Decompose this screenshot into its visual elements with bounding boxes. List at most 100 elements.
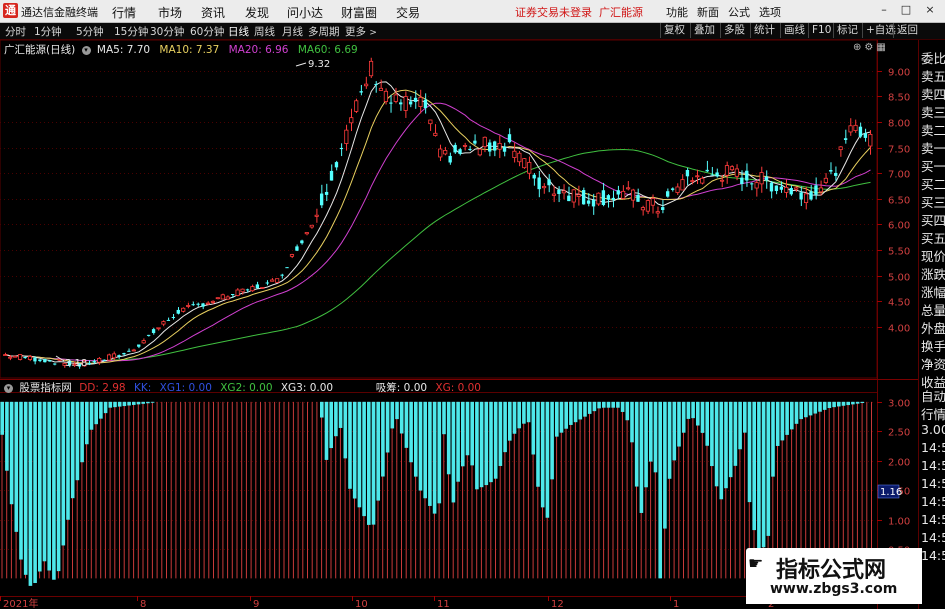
candle-down[interactable] [280,274,284,276]
side-item-ask2[interactable]: 卖二 [921,120,945,139]
candle-up[interactable] [848,125,853,133]
side-item-ask1[interactable]: 卖一 [921,138,945,157]
candle-up[interactable] [383,90,388,102]
candle-up[interactable] [868,133,873,147]
candle-up[interactable] [205,302,211,305]
candle-down[interactable] [23,356,27,359]
candle-down[interactable] [33,357,37,362]
candle-down[interactable] [176,309,180,314]
candle-down[interactable] [166,319,171,321]
candle-down[interactable] [537,177,541,190]
candle-down[interactable] [87,362,91,365]
candle-down[interactable] [329,170,334,181]
candle-down[interactable] [389,102,393,104]
candle-up[interactable] [309,224,314,228]
candle-up[interactable] [210,300,215,303]
candle-up[interactable] [433,132,438,136]
side-item-outer-volume[interactable]: 外盘 [921,318,945,337]
candle-up[interactable] [260,287,265,289]
candle-down[interactable] [670,188,675,190]
candle-up[interactable] [754,182,759,189]
candle-down[interactable] [334,162,339,168]
candle-down[interactable] [43,359,47,363]
candle-down[interactable] [665,191,670,197]
candle-up[interactable] [462,145,468,147]
side-item-price[interactable]: 现价 [921,246,945,265]
candle-up[interactable] [576,194,581,197]
candle-up[interactable] [344,129,349,144]
candle-up[interactable] [186,305,191,307]
candle-up[interactable] [517,152,522,163]
candle-up[interactable] [304,232,309,235]
candle-up[interactable] [497,142,502,150]
candle-down[interactable] [319,193,324,206]
candle-up[interactable] [97,357,102,363]
candle-down[interactable] [295,246,299,251]
side-item-bid3[interactable]: 买三 [921,192,945,211]
candle-down[interactable] [611,197,615,200]
candle-down[interactable] [799,192,803,200]
candle-up[interactable] [368,60,374,77]
candle-up[interactable] [250,286,255,292]
candle-down[interactable] [829,170,833,172]
candle-up[interactable] [724,165,730,176]
side-item-ask3[interactable]: 卖三 [921,102,945,121]
candle-up[interactable] [794,187,799,190]
candle-up[interactable] [354,100,359,112]
settings-icon[interactable]: ⚙ [864,42,873,53]
candle-up[interactable] [27,356,33,360]
candle-up[interactable] [141,340,146,344]
candle-up[interactable] [823,177,828,183]
candle-up[interactable] [512,150,517,158]
candle-up[interactable] [675,186,680,193]
side-item-turnover[interactable]: 换手 [921,336,945,355]
candle-down[interactable] [285,267,289,269]
candle-up[interactable] [215,297,220,300]
candle-down[interactable] [661,207,665,210]
candle-down[interactable] [740,177,744,184]
candle-up[interactable] [522,158,527,169]
candle-down[interactable] [359,91,363,93]
candle-down[interactable] [858,126,863,137]
candle-up[interactable] [111,353,117,359]
side-lower-auto[interactable]: 自动 [921,386,945,405]
candle-up[interactable] [418,97,423,107]
candle-up[interactable] [403,96,408,111]
side-item-bid1[interactable]: 买一 [921,156,945,175]
side-item-ask4[interactable]: 卖四 [921,84,945,103]
candle-up[interactable] [240,288,245,293]
candle-up[interactable] [759,172,764,185]
indicator-toggle-icon[interactable]: ▾ [4,383,13,393]
candle-up[interactable] [655,211,660,214]
candle-down[interactable] [606,195,611,200]
candle-down[interactable] [48,360,52,362]
candle-down[interactable] [255,284,260,289]
candle-down[interactable] [591,199,596,207]
candle-up[interactable] [853,124,858,131]
candle-down[interactable] [488,142,492,152]
candle-down[interactable] [547,179,551,186]
candle-down[interactable] [834,172,838,176]
candle-up[interactable] [551,193,557,196]
candle-up[interactable] [695,175,700,178]
candle-up[interactable] [729,166,734,171]
side-item-change[interactable]: 涨跌 [921,264,945,283]
side-item-net-assets[interactable]: 净资 [921,354,945,373]
candle-up[interactable] [18,354,23,360]
candle-down[interactable] [453,144,457,153]
candle-down[interactable] [324,191,329,195]
candle-down[interactable] [399,102,403,105]
chart-canvas[interactable]: 9.00 8.50 8.00 7.50 7.00 6.50 6.00 5.50 5.00 4.50… [0,0,945,609]
candle-down[interactable] [413,97,418,102]
candle-down[interactable] [586,200,591,204]
candle-up[interactable] [690,180,695,182]
side-item-ask5[interactable]: 卖五 [921,66,945,85]
candle-up[interactable] [482,136,487,148]
candle-up[interactable] [107,354,112,361]
candle-down[interactable] [339,147,344,150]
candle-down[interactable] [779,186,784,190]
candle-down[interactable] [705,169,709,172]
candle-down[interactable] [715,172,719,177]
candle-up[interactable] [784,186,789,193]
side-item-volume[interactable]: 总量 [921,300,945,319]
